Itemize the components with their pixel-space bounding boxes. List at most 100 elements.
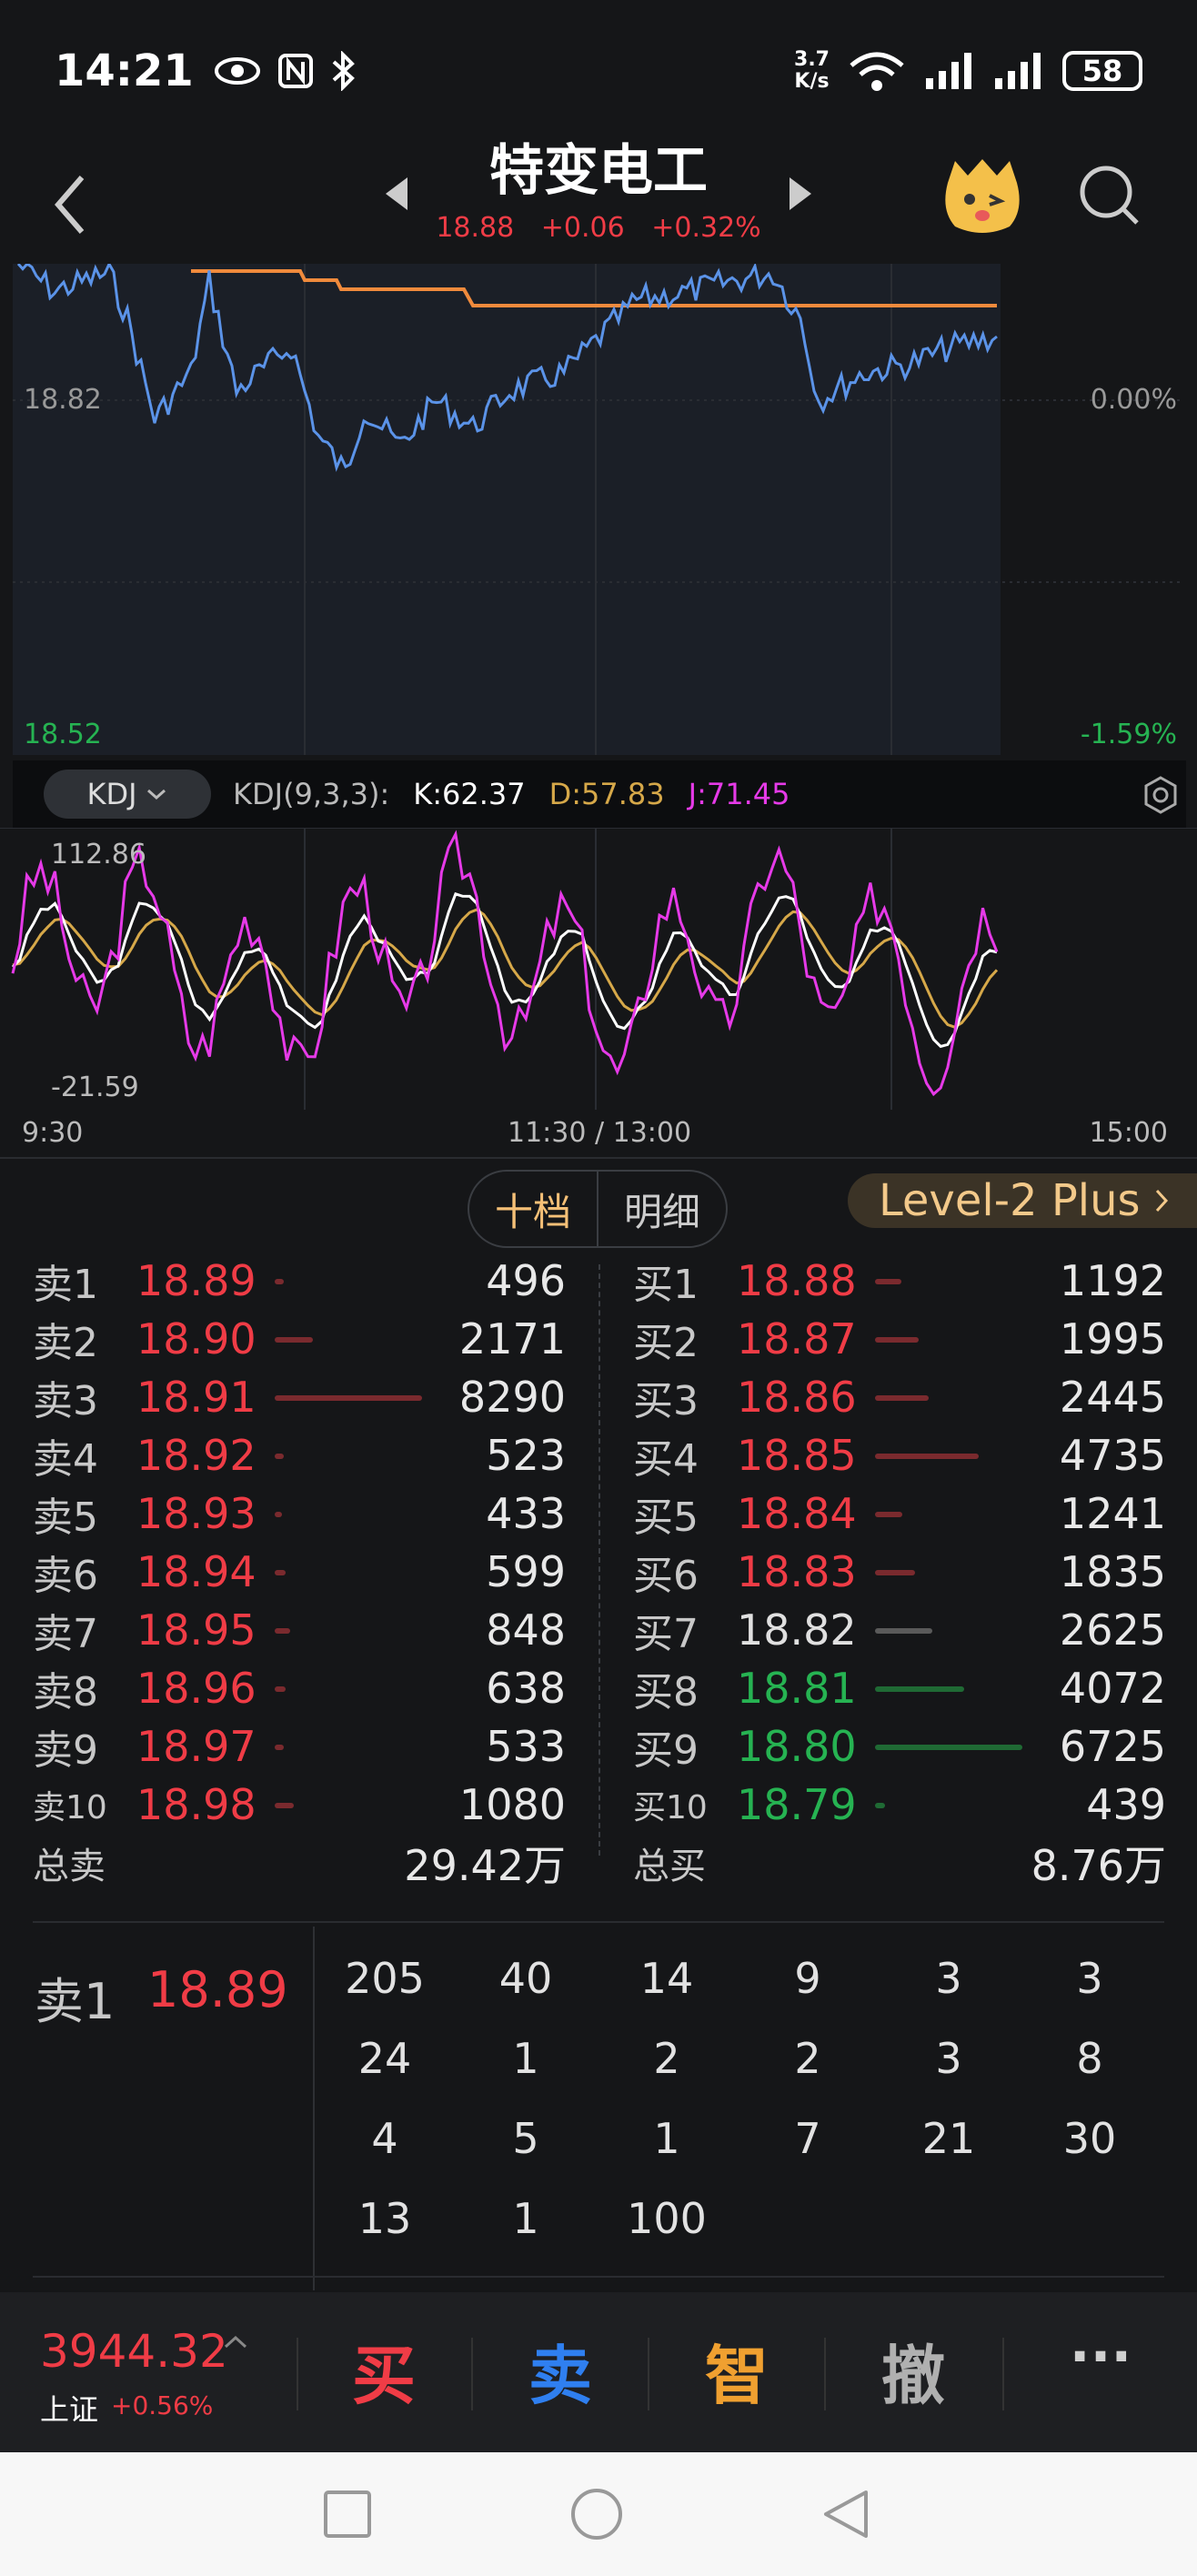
sell-order-row[interactable]: 卖2 18.90 2171 [33, 1310, 566, 1368]
buy-volume-bar [875, 1337, 920, 1343]
queue-order-size: 30 [1062, 2114, 1117, 2163]
buy-total-row: 总买 8.76万 [633, 1834, 1166, 1892]
buy-order-row[interactable]: 买5 18.84 1241 [633, 1484, 1166, 1543]
buy-volume-bar [875, 1279, 901, 1284]
queue-order-size: 40 [498, 1954, 553, 2003]
buy-level-volume: 1192 [1059, 1256, 1166, 1305]
chevron-down-icon [146, 789, 166, 800]
nfc-icon [277, 53, 313, 88]
eye-icon [214, 56, 260, 85]
sell-order-row[interactable]: 卖8 18.96 638 [33, 1659, 566, 1717]
queue-order-size: 14 [639, 1954, 694, 2003]
buy-level-price: 18.81 [737, 1664, 857, 1713]
buy-order-row[interactable]: 买4 18.85 4735 [633, 1426, 1166, 1484]
buy-level-label: 买4 [633, 1436, 699, 1483]
separator [1002, 2338, 1004, 2410]
back-icon[interactable] [45, 168, 100, 241]
sell-level-price: 18.97 [136, 1722, 256, 1771]
sell-level-label: 卖8 [33, 1669, 98, 1716]
queue-order-size: 21 [921, 2114, 976, 2163]
separator [824, 2338, 826, 2410]
back-nav-icon[interactable] [819, 2487, 873, 2541]
battery-level: 58 [1081, 53, 1123, 88]
buy-order-row[interactable]: 买10 18.79 439 [633, 1776, 1166, 1834]
sell-level-volume: 2171 [458, 1314, 566, 1363]
sell-order-row[interactable]: 卖1 18.89 496 [33, 1252, 566, 1310]
kdj-j-line [11, 830, 999, 1097]
queue-order-size: 205 [345, 1954, 425, 2003]
indicator-selector[interactable]: KDJ [44, 770, 211, 819]
kdj-axis-min: -21.59 [51, 1072, 139, 1103]
search-icon[interactable] [1073, 159, 1146, 232]
buy-button[interactable]: 买 [311, 2325, 457, 2417]
queue-level-label: 卖1 [35, 1973, 116, 2030]
tab-ten-levels[interactable]: 十档 [469, 1172, 597, 1246]
sell-volume-bar [275, 1803, 295, 1808]
tab-details[interactable]: 明细 [597, 1172, 726, 1246]
sell-order-row[interactable]: 卖9 18.97 533 [33, 1717, 566, 1776]
orderbook-tabs: 十档 明细 [468, 1170, 728, 1248]
level2-plus-button[interactable]: Level-2 Plus [848, 1173, 1197, 1228]
sell-level-volume: 496 [486, 1256, 566, 1305]
sell-volume-bar [275, 1454, 285, 1459]
index-change: +0.56% [111, 2390, 214, 2420]
recents-icon[interactable] [322, 2489, 373, 2540]
sell-order-row[interactable]: 卖3 18.91 8290 [33, 1368, 566, 1426]
buy-order-row[interactable]: 买3 18.86 2445 [633, 1368, 1166, 1426]
sell-level-label: 卖6 [33, 1553, 98, 1599]
home-icon[interactable] [569, 2487, 624, 2541]
mascot-icon[interactable] [937, 156, 1028, 237]
status-bar: 14:21 3.7 K/s 58 [0, 0, 1197, 141]
price-change: +0.06 [540, 212, 625, 244]
sell-level-label: 卖9 [33, 1727, 98, 1774]
time-axis-end: 15:00 [1089, 1117, 1168, 1149]
buy-level-label: 买10 [633, 1789, 708, 1826]
buy-level-price: 18.86 [737, 1373, 857, 1422]
sell-level-label: 卖4 [33, 1436, 98, 1483]
buy-order-row[interactable]: 买1 18.88 1192 [633, 1252, 1166, 1310]
kdj-chart[interactable]: 112.86 -21.59 [0, 827, 1197, 1110]
sell-volume-bar [275, 1279, 284, 1284]
buy-level-volume: 1241 [1059, 1489, 1166, 1538]
trade-bar: 3944.32 上证 +0.56% 买 卖 智 撤 ··· [0, 2292, 1197, 2452]
sell-order-row[interactable]: 卖5 18.93 433 [33, 1484, 566, 1543]
sell-level-volume: 523 [486, 1431, 566, 1480]
sell-order-row[interactable]: 卖4 18.92 523 [33, 1426, 566, 1484]
queue-order-size: 4 [371, 2114, 398, 2163]
buy-order-row[interactable]: 买6 18.83 1835 [633, 1543, 1166, 1601]
wifi-icon [850, 52, 904, 91]
buy-level-price: 18.84 [737, 1489, 857, 1538]
buy-order-row[interactable]: 买9 18.80 6725 [633, 1717, 1166, 1776]
sell-volume-bar [275, 1570, 286, 1575]
sell-level-price: 18.89 [136, 1256, 256, 1305]
buy-order-row[interactable]: 买2 18.87 1995 [633, 1310, 1166, 1368]
cancel-order-button[interactable]: 撤 [840, 2325, 986, 2417]
settings-icon[interactable] [1141, 775, 1181, 815]
queue-order-size: 5 [512, 2114, 539, 2163]
intraday-price-chart[interactable]: 18.82 0.00% 18.52 -1.59% [0, 261, 1197, 755]
more-button[interactable]: ··· [1028, 2325, 1173, 2389]
sell-button[interactable]: 卖 [488, 2325, 633, 2417]
buy-level-label: 买5 [633, 1494, 699, 1541]
queue-order-size: 3 [1076, 1954, 1103, 2003]
divider [33, 2276, 1164, 2278]
buy-level-volume: 439 [1086, 1780, 1166, 1829]
separator [297, 2338, 298, 2410]
smart-button[interactable]: 智 [664, 2325, 810, 2417]
sell-level-volume: 1080 [458, 1780, 566, 1829]
sell-order-row[interactable]: 卖10 18.98 1080 [33, 1776, 566, 1834]
signal-icon [926, 52, 971, 89]
queue-order-size: 24 [357, 2034, 412, 2083]
buy-volume-bar [875, 1628, 933, 1634]
next-stock-icon[interactable] [786, 176, 815, 212]
sell-total-value: 29.42万 [404, 1841, 566, 1890]
sell-level-label: 卖3 [33, 1378, 98, 1424]
buy-order-row[interactable]: 买8 18.81 4072 [633, 1659, 1166, 1717]
buy-level-volume: 2445 [1059, 1373, 1166, 1422]
buy-order-row[interactable]: 买7 18.82 2625 [633, 1601, 1166, 1659]
buy-level-volume: 1835 [1059, 1547, 1166, 1596]
bluetooth-icon [332, 50, 355, 91]
kdj-params: KDJ(9,3,3): [233, 777, 390, 811]
sell-order-row[interactable]: 卖7 18.95 848 [33, 1601, 566, 1659]
sell-order-row[interactable]: 卖6 18.94 599 [33, 1543, 566, 1601]
